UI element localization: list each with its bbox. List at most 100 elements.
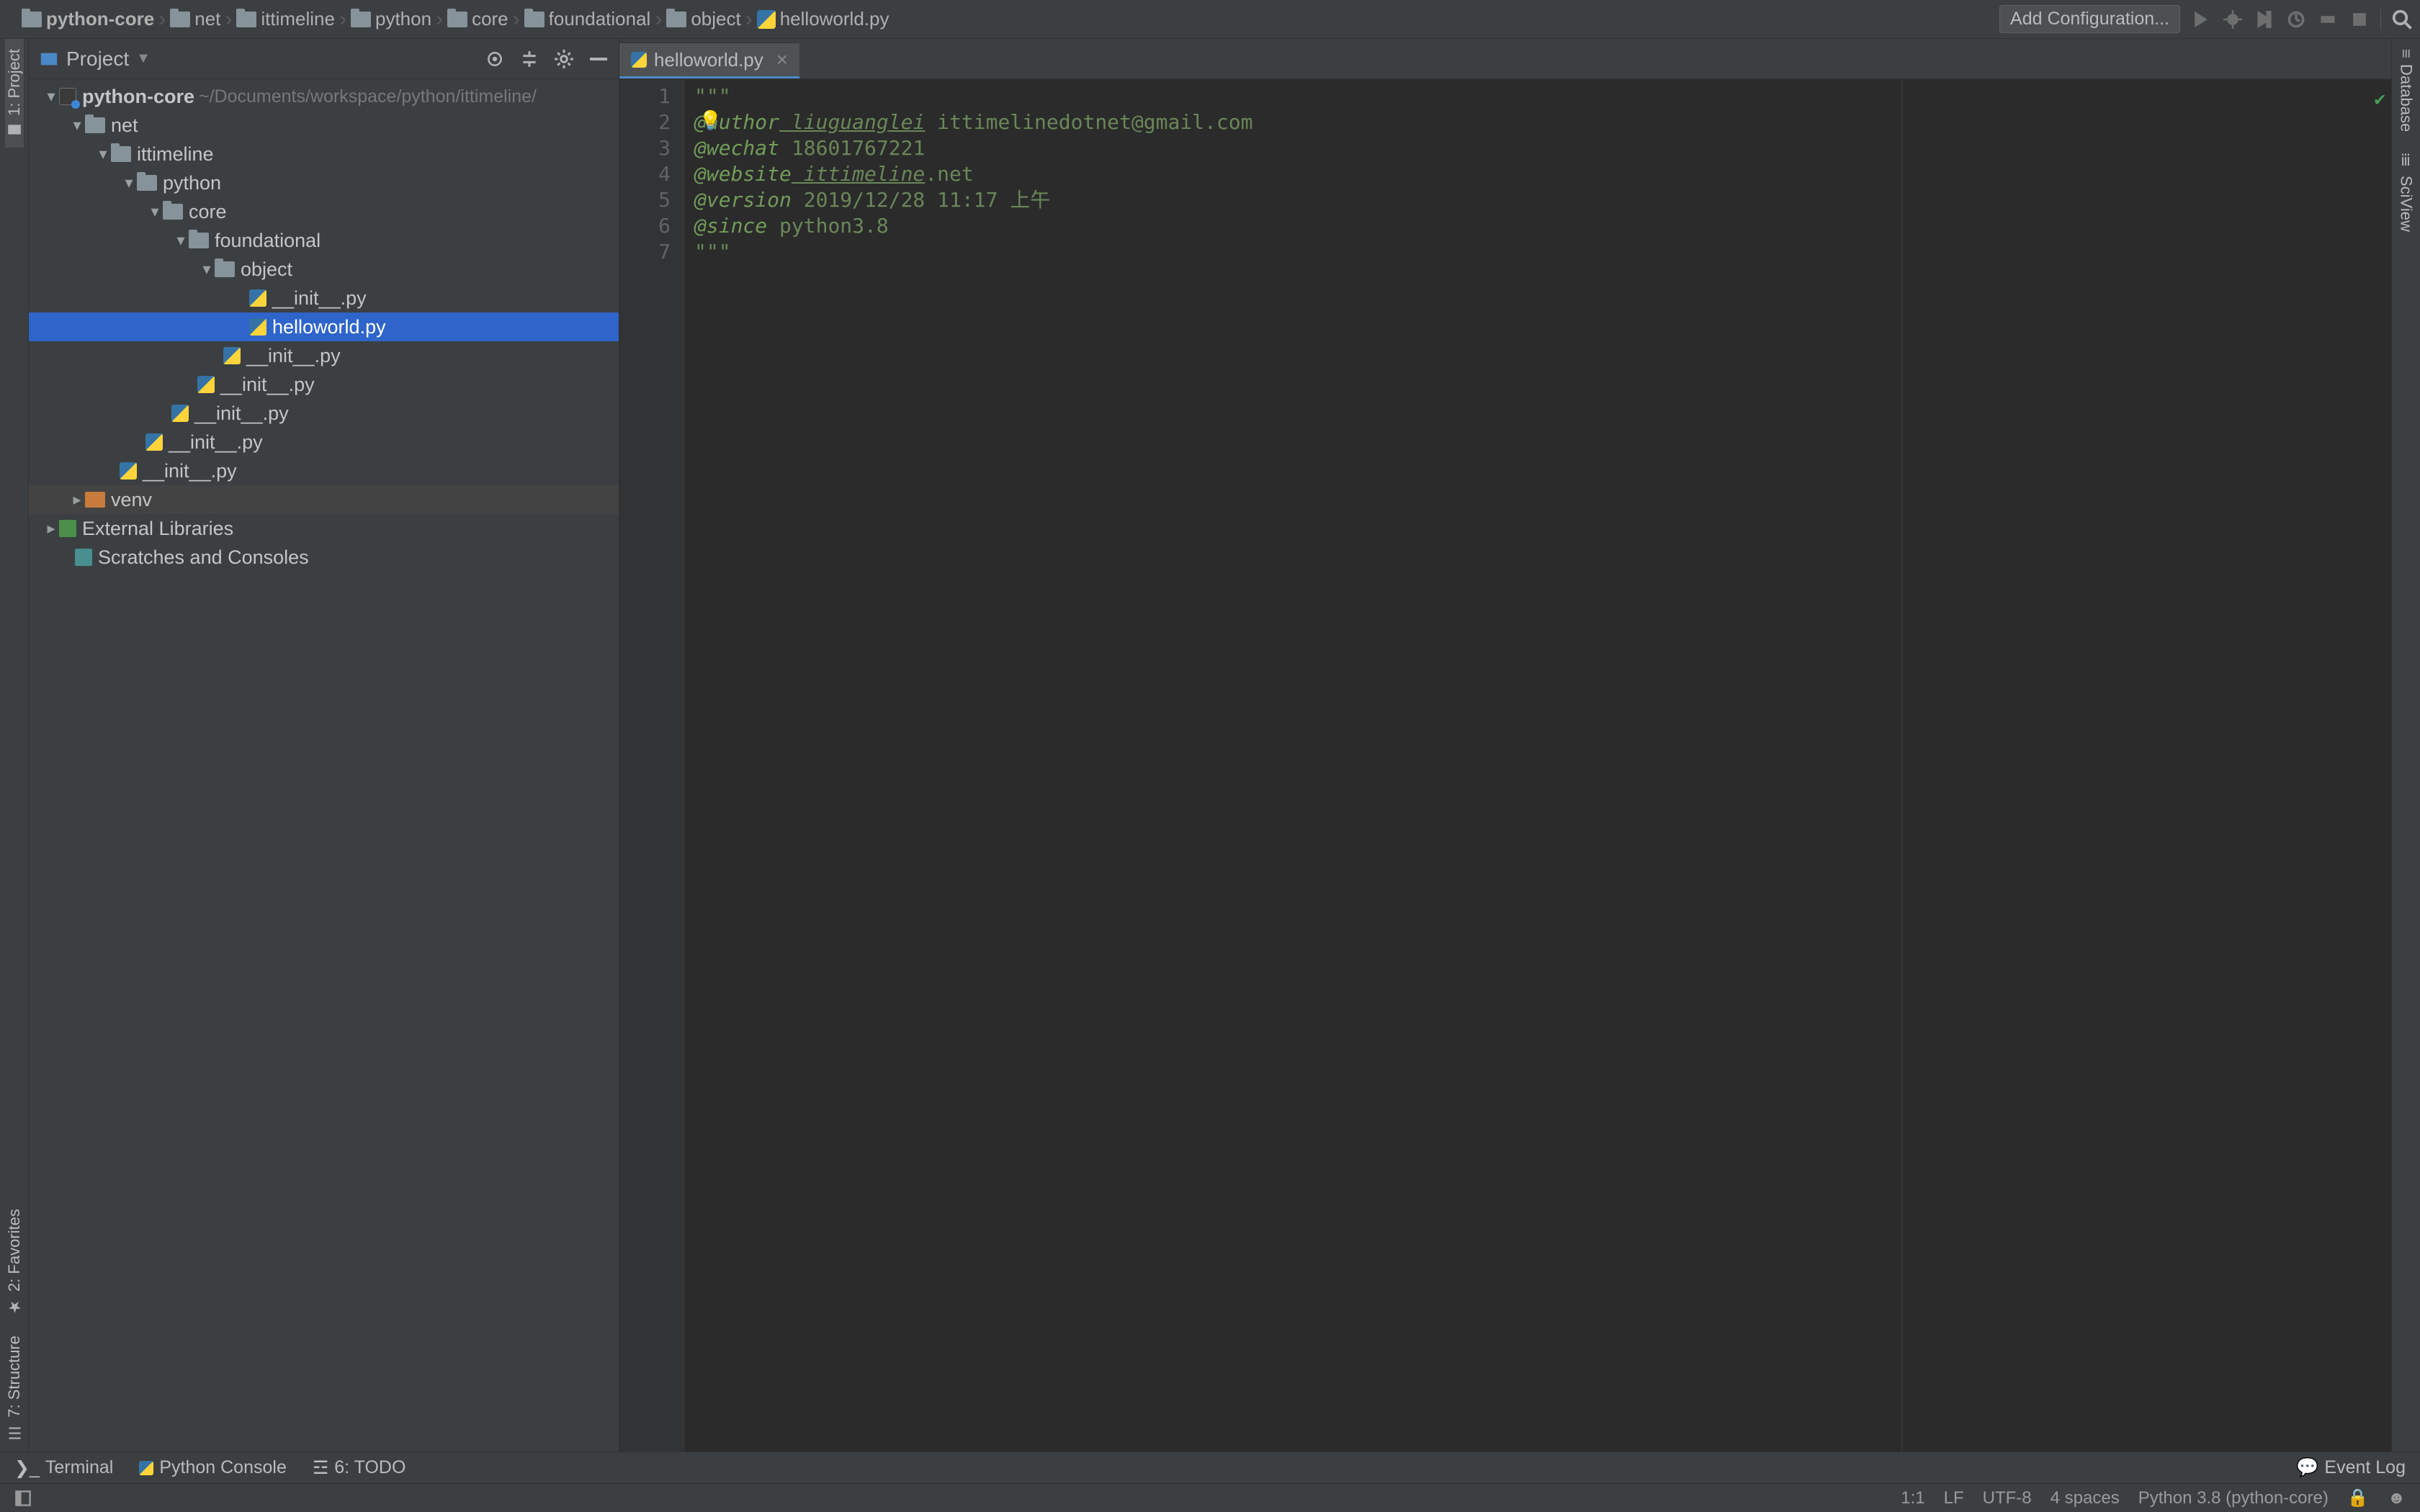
settings-icon[interactable] <box>554 49 574 69</box>
folder-icon <box>137 175 157 191</box>
tree-scratches[interactable]: Scratches and Consoles <box>29 543 619 572</box>
tree-root[interactable]: python-core~/Documents/workspace/python/… <box>29 82 619 111</box>
sciview-tool-button[interactable]: ⅲSciView <box>2397 142 2416 242</box>
run-icon[interactable] <box>2190 9 2212 30</box>
attach-icon[interactable] <box>2317 9 2339 30</box>
tree-file-selected[interactable]: helloworld.py <box>29 312 619 341</box>
expand-toggle[interactable] <box>121 174 137 192</box>
line-number[interactable]: 3 <box>619 135 671 161</box>
breadcrumb-item[interactable]: object <box>666 8 740 30</box>
close-icon[interactable]: × <box>771 48 788 71</box>
lock-icon[interactable]: 🔒 <box>2347 1488 2369 1508</box>
database-tool-button[interactable]: ≡Database <box>2397 39 2416 142</box>
expand-all-icon[interactable] <box>519 49 539 69</box>
tree-file[interactable]: __init__.py <box>29 428 619 456</box>
tree-folder-venv[interactable]: venv <box>29 485 619 514</box>
folder-icon <box>163 204 183 220</box>
code-area[interactable]: 💡 ✔ """ @author liuguanglei ittimelinedo… <box>684 79 2391 1452</box>
expand-toggle[interactable] <box>69 490 85 509</box>
tree-file[interactable]: __init__.py <box>29 370 619 399</box>
breadcrumb-item[interactable]: ittimeline <box>236 8 335 30</box>
chevron-right-icon: › <box>434 7 444 32</box>
line-separator[interactable]: LF <box>1944 1488 1964 1508</box>
editor-tab[interactable]: helloworld.py × <box>619 42 799 78</box>
folder-icon <box>22 12 42 27</box>
breadcrumb-item[interactable]: helloworld.py <box>757 8 889 30</box>
chevron-right-icon: › <box>338 7 348 32</box>
expand-toggle[interactable] <box>173 231 189 250</box>
breadcrumb-item[interactable]: python-core <box>22 8 154 30</box>
breadcrumb-item[interactable]: core <box>447 8 508 30</box>
folder-icon <box>236 12 256 27</box>
breadcrumb-item[interactable]: python <box>351 8 431 30</box>
expand-toggle[interactable] <box>95 145 111 163</box>
chevron-down-icon[interactable]: ▼ <box>136 50 151 67</box>
terminal-tool-button[interactable]: ❯_Terminal <box>14 1457 113 1479</box>
python-console-tool-button[interactable]: Python Console <box>139 1457 287 1479</box>
indent-settings[interactable]: 4 spaces <box>2051 1488 2120 1508</box>
expand-toggle[interactable] <box>199 260 215 279</box>
debug-icon[interactable] <box>2222 9 2244 30</box>
breadcrumb-item[interactable]: net <box>170 8 220 30</box>
python-file-icon <box>631 52 647 68</box>
tab-label: helloworld.py <box>654 49 763 71</box>
coverage-icon[interactable] <box>2254 9 2275 30</box>
structure-tool-button[interactable]: ☰7: Structure <box>5 1326 24 1452</box>
line-number[interactable]: 1 <box>619 84 671 109</box>
tree-file[interactable]: __init__.py <box>29 456 619 485</box>
line-number[interactable]: 6 <box>619 213 671 239</box>
tree-folder[interactable]: object <box>29 255 619 284</box>
tree-file[interactable]: __init__.py <box>29 399 619 428</box>
breadcrumb-item[interactable]: foundational <box>524 8 651 30</box>
line-number[interactable]: 4 <box>619 161 671 187</box>
python-interpreter[interactable]: Python 3.8 (python-core) <box>2138 1488 2329 1508</box>
project-panel-title[interactable]: Project <box>66 48 129 71</box>
gutter[interactable]: 1 2 3 4 5 6 7 <box>619 79 684 1452</box>
favorites-tool-button[interactable]: ★2: Favorites <box>5 1199 24 1326</box>
editor[interactable]: 1 2 3 4 5 6 7 💡 ✔ """ @author liuguangle… <box>619 79 2391 1452</box>
intention-bulb-icon[interactable]: 💡 <box>699 108 722 134</box>
expand-toggle[interactable] <box>43 519 59 538</box>
event-log-icon: 💬 <box>2296 1457 2318 1478</box>
tree-folder[interactable]: foundational <box>29 226 619 255</box>
toolwindows-toggle-icon[interactable] <box>14 1490 32 1507</box>
todo-icon: ☲ <box>313 1457 328 1479</box>
stop-icon[interactable] <box>2349 9 2370 30</box>
inspector-icon[interactable]: ☻ <box>2388 1488 2406 1508</box>
python-file-icon <box>249 289 266 307</box>
analysis-ok-icon[interactable]: ✔ <box>2374 86 2385 112</box>
tree-file[interactable]: __init__.py <box>29 284 619 312</box>
tree-file[interactable]: __init__.py <box>29 341 619 370</box>
tree-folder[interactable]: core <box>29 197 619 226</box>
chevron-right-icon: › <box>157 7 167 32</box>
line-number[interactable]: 2 <box>619 109 671 135</box>
folder-icon <box>189 233 209 248</box>
search-icon[interactable] <box>2391 9 2413 30</box>
project-tool-window: Project ▼ python-core~/Documents/workspa… <box>29 39 619 1452</box>
folder-icon <box>447 12 467 27</box>
line-number[interactable]: 7 <box>619 239 671 265</box>
project-tree[interactable]: python-core~/Documents/workspace/python/… <box>29 79 619 1452</box>
tree-external-libraries[interactable]: External Libraries <box>29 514 619 543</box>
python-file-icon <box>120 462 137 480</box>
cursor-position[interactable]: 1:1 <box>1901 1488 1924 1508</box>
tree-folder[interactable]: python <box>29 168 619 197</box>
event-log-button[interactable]: 💬Event Log <box>2296 1457 2406 1478</box>
add-configuration-button[interactable]: Add Configuration... <box>1999 5 2180 33</box>
editor-tabs: helloworld.py × <box>619 39 2391 79</box>
project-tool-button[interactable]: 1: Project <box>5 39 24 148</box>
file-encoding[interactable]: UTF-8 <box>1983 1488 2032 1508</box>
todo-tool-button[interactable]: ☲6: TODO <box>313 1457 406 1479</box>
tree-folder[interactable]: net <box>29 111 619 140</box>
locate-icon[interactable] <box>485 49 505 69</box>
hide-icon[interactable] <box>588 49 609 69</box>
tree-folder[interactable]: ittimeline <box>29 140 619 168</box>
right-margin <box>1901 79 1902 1452</box>
line-number[interactable]: 5 <box>619 187 671 213</box>
project-view-icon <box>39 49 59 69</box>
python-file-icon <box>197 376 215 393</box>
profile-icon[interactable] <box>2285 9 2307 30</box>
expand-toggle[interactable] <box>147 202 163 221</box>
expand-toggle[interactable] <box>69 116 85 135</box>
expand-toggle[interactable] <box>43 87 59 106</box>
